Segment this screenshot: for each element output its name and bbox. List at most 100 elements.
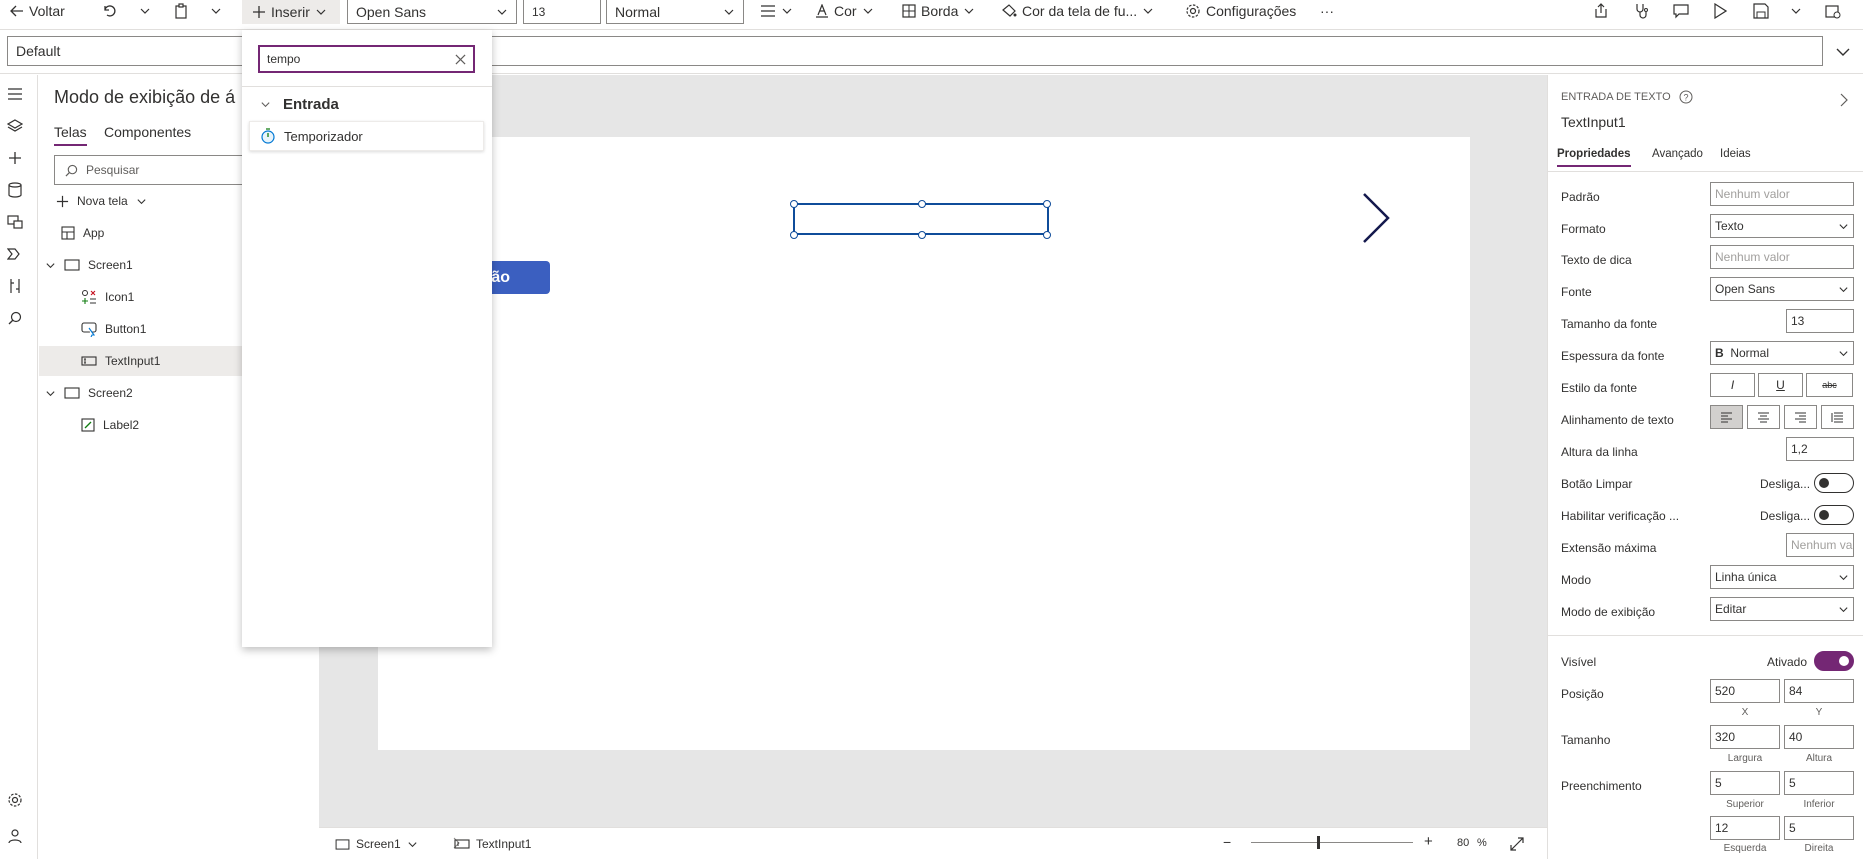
publish-icon bbox=[1825, 3, 1841, 19]
dropdown-formato[interactable]: Texto bbox=[1710, 214, 1854, 238]
insert-button[interactable]: Inserir bbox=[242, 0, 340, 24]
sublabel-superior: Superior bbox=[1726, 799, 1764, 810]
input-tamanho-fonte[interactable]: 13 bbox=[1786, 309, 1854, 333]
font-weight-dropdown[interactable]: Normal bbox=[606, 0, 744, 24]
italic-button[interactable]: I bbox=[1710, 373, 1755, 397]
canvas-text-input[interactable] bbox=[790, 200, 1051, 239]
comments-button[interactable] bbox=[1673, 0, 1689, 22]
database-icon[interactable] bbox=[4, 179, 26, 201]
input-altura-linha[interactable]: 1,2 bbox=[1786, 437, 1854, 461]
zoom-value: 80 bbox=[1457, 837, 1470, 849]
control-type: ENTRADA DE TEXTO ? bbox=[1561, 90, 1693, 104]
resize-handle[interactable] bbox=[1043, 200, 1051, 208]
input-largura[interactable]: 320 bbox=[1710, 725, 1780, 749]
back-button[interactable]: Voltar bbox=[10, 0, 65, 22]
resize-handle[interactable] bbox=[918, 231, 926, 239]
undo-button[interactable] bbox=[101, 0, 117, 22]
fill-button[interactable]: Cor da tela de fu... bbox=[1001, 0, 1154, 22]
font-dropdown[interactable]: Open Sans bbox=[347, 0, 517, 24]
help-icon[interactable]: ? bbox=[1679, 90, 1693, 104]
group-entrada[interactable]: Entrada bbox=[260, 96, 339, 113]
divider bbox=[1548, 635, 1863, 636]
align-left-button[interactable] bbox=[1710, 405, 1743, 429]
divider bbox=[1548, 171, 1863, 172]
chevron-down-icon[interactable] bbox=[1836, 46, 1850, 58]
media-icon[interactable] bbox=[4, 211, 26, 233]
expand-icon[interactable] bbox=[1509, 836, 1525, 852]
align-center-button[interactable] bbox=[1747, 405, 1780, 429]
label-posicao: Posição bbox=[1561, 687, 1604, 701]
input-esquerda[interactable]: 12 bbox=[1710, 816, 1780, 840]
dropdown-fonte[interactable]: Open Sans bbox=[1710, 277, 1854, 301]
label-extensao: Extensão máxima bbox=[1561, 541, 1657, 555]
settings-button[interactable]: Configurações bbox=[1185, 0, 1296, 22]
zoom-slider-thumb[interactable] bbox=[1317, 836, 1320, 849]
tab-telas[interactable]: Telas bbox=[54, 124, 87, 146]
paste-menu-button[interactable] bbox=[210, 0, 222, 22]
app-screen[interactable]: ão bbox=[378, 137, 1470, 750]
control-breadcrumb[interactable]: TextInput1 bbox=[454, 837, 531, 851]
dropdown-modo-exibicao[interactable]: Editar bbox=[1710, 597, 1854, 621]
publish-button[interactable] bbox=[1825, 0, 1841, 22]
input-superior[interactable]: 5 bbox=[1710, 771, 1780, 795]
layers-icon[interactable] bbox=[4, 115, 26, 137]
align-button[interactable] bbox=[760, 0, 793, 22]
plus-icon[interactable] bbox=[4, 147, 26, 169]
search-icon[interactable] bbox=[4, 307, 26, 329]
tab-componentes[interactable]: Componentes bbox=[104, 124, 191, 140]
underline-button[interactable]: U bbox=[1758, 373, 1803, 397]
dropdown-modo[interactable]: Linha única bbox=[1710, 565, 1854, 589]
dropdown-espessura[interactable]: B Normal bbox=[1710, 341, 1854, 365]
gear-icon[interactable] bbox=[4, 789, 26, 811]
zoom-slider[interactable] bbox=[1251, 836, 1413, 849]
variables-icon[interactable] bbox=[4, 275, 26, 297]
strikethrough-button[interactable]: abc bbox=[1806, 373, 1853, 397]
toggle-verificacao[interactable] bbox=[1814, 505, 1854, 525]
undo-menu-button[interactable] bbox=[139, 0, 151, 22]
resize-handle[interactable] bbox=[790, 231, 798, 239]
comment-icon bbox=[1673, 3, 1689, 19]
resize-handle[interactable] bbox=[918, 200, 926, 208]
input-padrao[interactable]: Nenhum valor bbox=[1710, 182, 1854, 206]
insert-item-timer[interactable]: Temporizador bbox=[249, 121, 484, 151]
zoom-out-button[interactable]: − bbox=[1223, 834, 1231, 850]
input-altura[interactable]: 40 bbox=[1784, 725, 1854, 749]
chevron-down-icon bbox=[723, 6, 735, 18]
input-direita[interactable]: 5 bbox=[1784, 816, 1854, 840]
chevron-right-icon[interactable] bbox=[1361, 192, 1391, 244]
align-right-button[interactable] bbox=[1784, 405, 1817, 429]
more-button[interactable]: ··· bbox=[1320, 0, 1334, 22]
tab-propriedades[interactable]: Propriedades bbox=[1557, 148, 1631, 167]
border-button[interactable]: Borda bbox=[902, 0, 975, 22]
icon-control-icon bbox=[81, 289, 97, 305]
zoom-in-button[interactable]: + bbox=[1424, 833, 1433, 850]
tab-ideias[interactable]: Ideias bbox=[1720, 148, 1751, 160]
chevron-right-icon[interactable] bbox=[1840, 93, 1849, 107]
insert-search-input[interactable]: tempo bbox=[258, 45, 475, 73]
color-button[interactable]: Cor bbox=[815, 0, 874, 22]
paste-button[interactable] bbox=[173, 0, 189, 22]
app-checker-button[interactable] bbox=[1633, 0, 1649, 22]
save-button[interactable] bbox=[1753, 0, 1769, 22]
toggle-visivel[interactable] bbox=[1814, 651, 1854, 671]
input-dica[interactable]: Nenhum valor bbox=[1710, 245, 1854, 269]
input-extensao[interactable]: Nenhum val bbox=[1786, 533, 1854, 557]
chevron-down-icon bbox=[45, 260, 56, 271]
save-menu-button[interactable] bbox=[1790, 0, 1802, 22]
resize-handle[interactable] bbox=[790, 200, 798, 208]
hamburger-icon[interactable] bbox=[4, 83, 26, 105]
close-icon[interactable] bbox=[455, 53, 466, 65]
input-x[interactable]: 520 bbox=[1710, 679, 1780, 703]
font-size-input[interactable]: 13 bbox=[523, 0, 601, 24]
input-y[interactable]: 84 bbox=[1784, 679, 1854, 703]
power-automate-icon[interactable] bbox=[4, 243, 26, 265]
share-button[interactable] bbox=[1593, 0, 1609, 22]
align-justify-button[interactable] bbox=[1821, 405, 1854, 429]
tab-avancado[interactable]: Avançado bbox=[1652, 148, 1703, 160]
screen-breadcrumb[interactable]: Screen1 bbox=[335, 837, 418, 851]
toggle-botao-limpar[interactable] bbox=[1814, 473, 1854, 493]
preview-button[interactable] bbox=[1713, 0, 1727, 22]
input-inferior[interactable]: 5 bbox=[1784, 771, 1854, 795]
virtual-agent-icon[interactable] bbox=[4, 825, 26, 847]
resize-handle[interactable] bbox=[1043, 231, 1051, 239]
